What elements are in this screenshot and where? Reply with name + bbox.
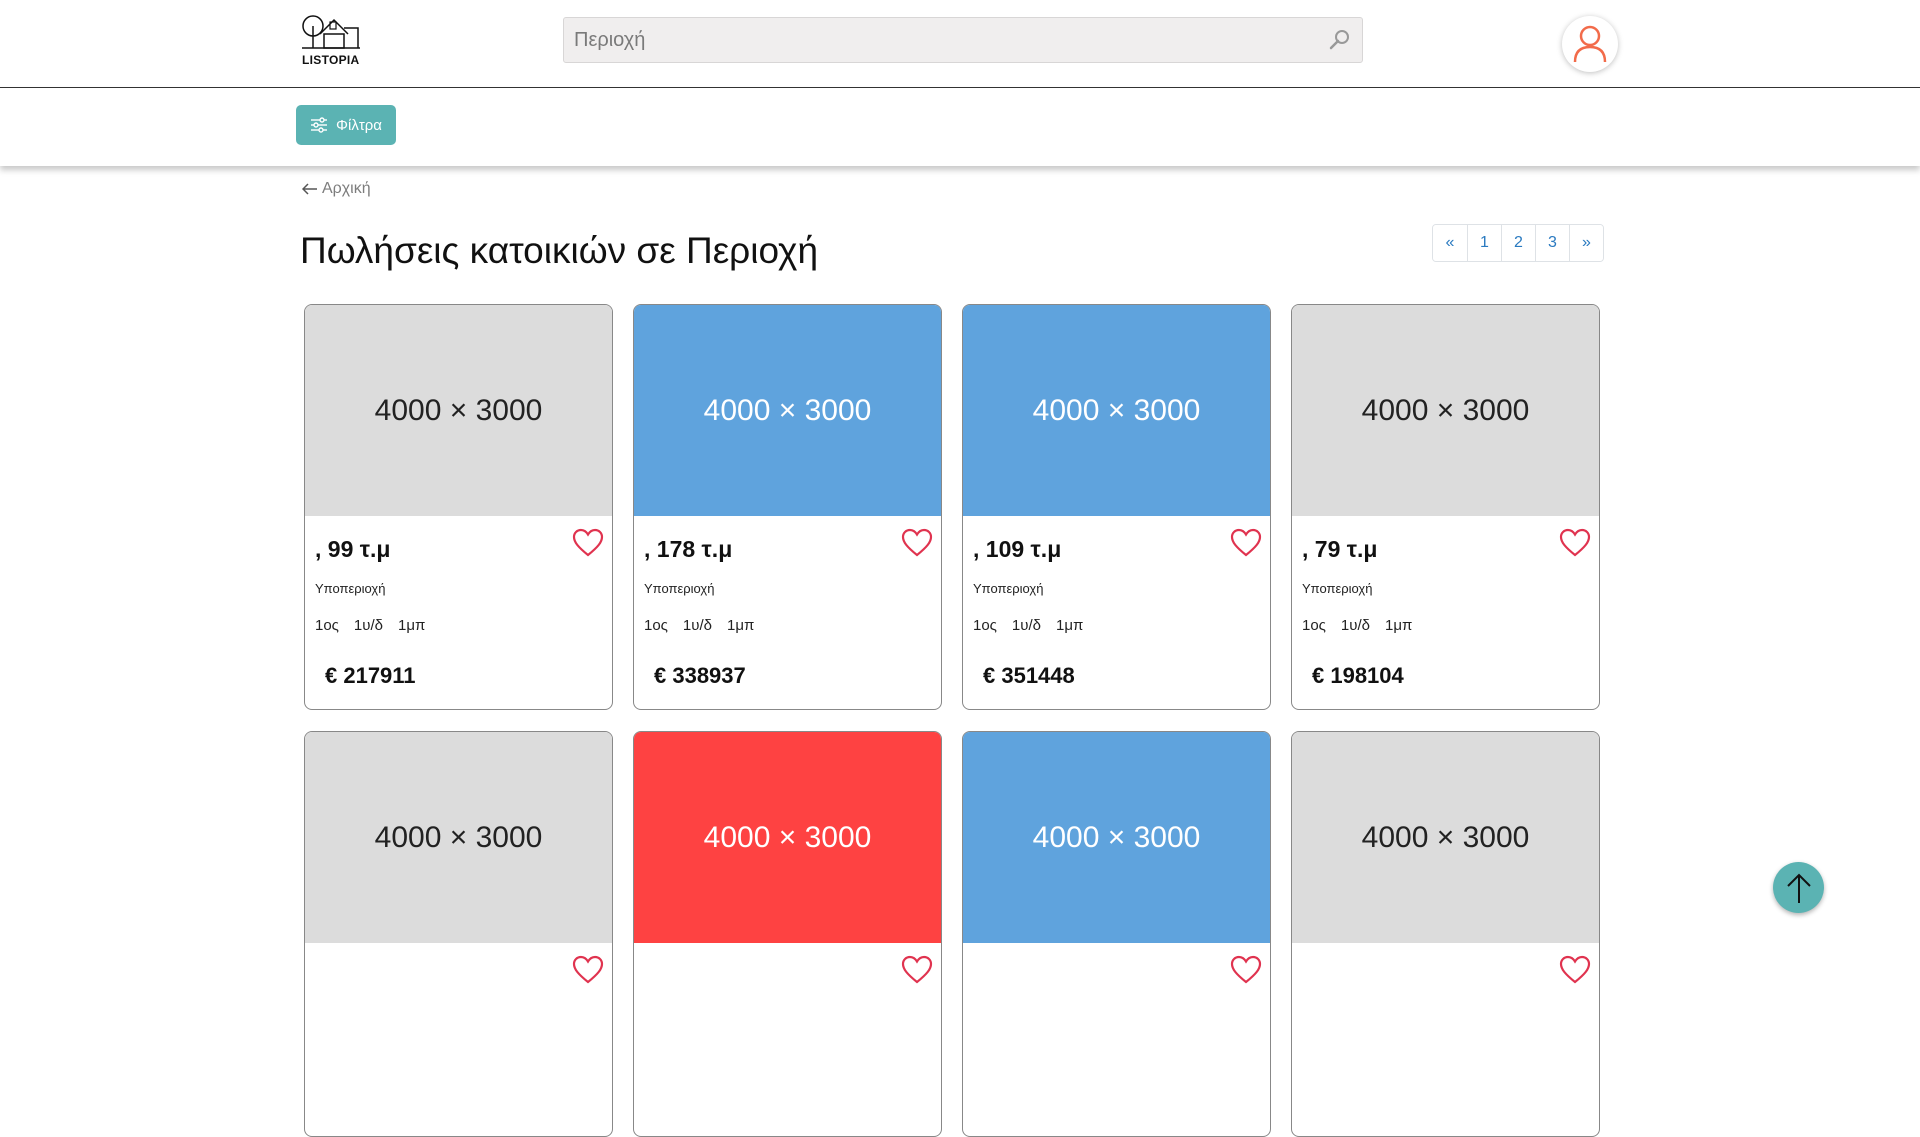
filter-bar: Φίλτρα xyxy=(0,88,1920,166)
listing-image[interactable]: 4000 × 3000 xyxy=(634,732,941,943)
pagination: « 1 2 3 » xyxy=(1432,224,1604,262)
listing-area: , 178 τ.μ xyxy=(644,536,733,562)
arrow-up-icon xyxy=(1787,873,1811,903)
listing-area: , 99 τ.μ xyxy=(315,536,391,562)
listing-card[interactable]: 4000 × 3000 , 79 τ.μ Υποπεριοχή 1ος 1υ/δ… xyxy=(1291,304,1600,710)
listing-image[interactable]: 4000 × 3000 xyxy=(963,732,1270,943)
listing-bedrooms: 1υ/δ xyxy=(682,617,712,634)
listing-image[interactable]: 4000 × 3000 xyxy=(963,305,1270,516)
logo[interactable]: LISTOPIA xyxy=(300,12,366,68)
search-box[interactable] xyxy=(563,17,1363,63)
listing-features: 1ος 1υ/δ 1μπ xyxy=(315,617,425,634)
pagination-page[interactable]: 1 xyxy=(1467,225,1501,261)
listing-image[interactable]: 4000 × 3000 xyxy=(634,305,941,516)
listing-features: 1ος 1υ/δ 1μπ xyxy=(644,617,754,634)
logo-text: LISTOPIA xyxy=(302,53,360,67)
listing-bathrooms: 1μπ xyxy=(397,617,426,634)
listing-features: 1ος 1υ/δ 1μπ xyxy=(973,617,1083,634)
listing-card[interactable]: 4000 × 3000 xyxy=(962,731,1271,1137)
listing-image[interactable]: 4000 × 3000 xyxy=(305,732,612,943)
listing-subarea: Υποπεριοχή xyxy=(973,581,1044,596)
listing-bathrooms: 1μπ xyxy=(726,617,755,634)
top-header: LISTOPIA xyxy=(0,0,1920,88)
listing-price: € 338937 xyxy=(654,663,746,688)
search-input[interactable] xyxy=(564,18,1324,62)
filters-button[interactable]: Φίλτρα xyxy=(296,105,396,145)
pagination-next[interactable]: » xyxy=(1569,225,1603,261)
listing-subarea: Υποπεριοχή xyxy=(315,581,386,596)
pagination-prev[interactable]: « xyxy=(1433,225,1467,261)
arrow-left-icon xyxy=(302,183,317,195)
heart-icon[interactable] xyxy=(1230,528,1262,558)
listing-image[interactable]: 4000 × 3000 xyxy=(1292,732,1599,943)
listing-bedrooms: 1υ/δ xyxy=(1340,617,1370,634)
back-home-link[interactable]: Αρχική xyxy=(302,180,371,198)
listing-area: , 79 τ.μ xyxy=(1302,536,1378,562)
user-icon xyxy=(1573,25,1607,63)
listing-price: € 217911 xyxy=(325,663,416,688)
sliders-icon xyxy=(311,117,328,133)
listing-price: € 198104 xyxy=(1312,663,1404,688)
listing-card[interactable]: 4000 × 3000 xyxy=(633,731,942,1137)
listing-subarea: Υποπεριοχή xyxy=(644,581,715,596)
heart-icon[interactable] xyxy=(572,528,604,558)
back-link-label: Αρχική xyxy=(322,180,371,197)
pagination-page[interactable]: 3 xyxy=(1535,225,1569,261)
listing-image[interactable]: 4000 × 3000 xyxy=(305,305,612,516)
listing-bedrooms: 1υ/δ xyxy=(1011,617,1041,634)
listing-card[interactable]: 4000 × 3000 xyxy=(1291,731,1600,1137)
listing-card[interactable]: 4000 × 3000 , 99 τ.μ Υποπεριοχή 1ος 1υ/δ… xyxy=(304,304,613,710)
scroll-to-top-button[interactable] xyxy=(1773,862,1824,913)
listing-floor: 1ος xyxy=(973,617,997,634)
listing-bathrooms: 1μπ xyxy=(1055,617,1084,634)
search-icon[interactable] xyxy=(1328,28,1352,52)
listing-floor: 1ος xyxy=(1302,617,1326,634)
listing-bedrooms: 1υ/δ xyxy=(353,617,383,634)
listing-bathrooms: 1μπ xyxy=(1384,617,1413,634)
listing-features: 1ος 1υ/δ 1μπ xyxy=(1302,617,1412,634)
heart-icon[interactable] xyxy=(901,528,933,558)
page-title: Πωλήσεις κατοικιών σε Περιοχή xyxy=(300,230,819,271)
listing-card[interactable]: 4000 × 3000 , 178 τ.μ Υποπεριοχή 1ος 1υ/… xyxy=(633,304,942,710)
listing-image[interactable]: 4000 × 3000 xyxy=(1292,305,1599,516)
pagination-page[interactable]: 2 xyxy=(1501,225,1535,261)
heart-icon[interactable] xyxy=(1559,528,1591,558)
listing-floor: 1ος xyxy=(644,617,668,634)
listing-card[interactable]: 4000 × 3000 xyxy=(304,731,613,1137)
listing-price: € 351448 xyxy=(983,663,1075,688)
listing-area: , 109 τ.μ xyxy=(973,536,1062,562)
listing-floor: 1ος xyxy=(315,617,339,634)
house-tree-logo-icon xyxy=(302,15,360,49)
listing-subarea: Υποπεριοχή xyxy=(1302,581,1373,596)
user-account-button[interactable] xyxy=(1562,16,1618,72)
filters-button-label: Φίλτρα xyxy=(336,116,382,134)
listing-card[interactable]: 4000 × 3000 , 109 τ.μ Υποπεριοχή 1ος 1υ/… xyxy=(962,304,1271,710)
